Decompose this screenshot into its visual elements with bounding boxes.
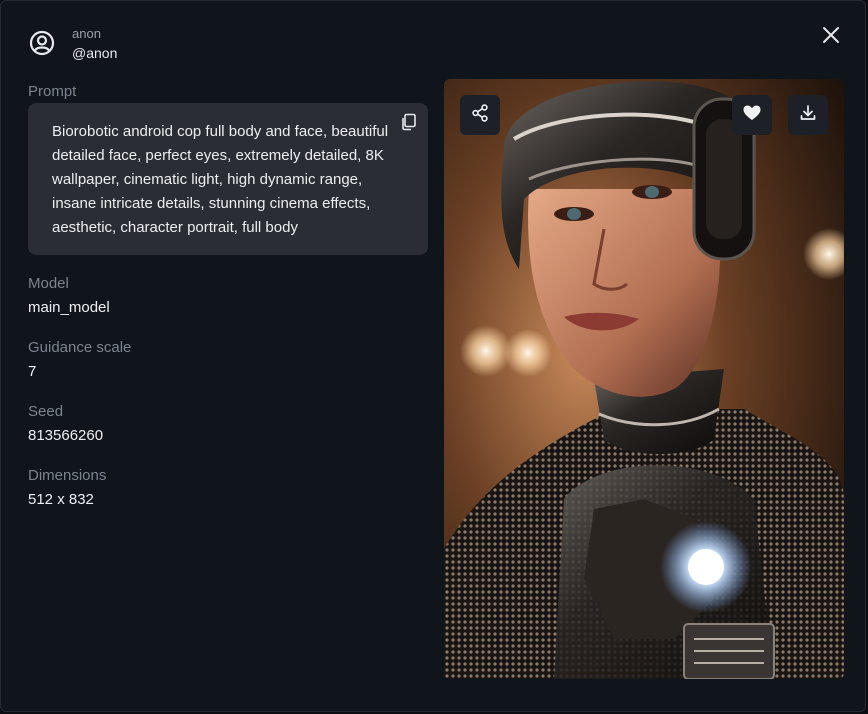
like-button[interactable] <box>732 95 772 135</box>
guidance-scale-value: 7 <box>28 363 37 380</box>
username: anon <box>72 26 101 41</box>
seed-value: 813566260 <box>28 427 104 444</box>
guidance-scale-label: Guidance scale <box>28 339 132 356</box>
model-value: main_model <box>28 299 110 316</box>
download-icon <box>798 103 818 128</box>
dimensions-label: Dimensions <box>28 467 107 484</box>
android-portrait-image <box>444 79 844 679</box>
user-handle[interactable]: @anon <box>72 45 117 61</box>
image-detail-modal: anon @anon Prompt Biorobotic android cop… <box>0 0 866 712</box>
model-label: Model <box>28 275 69 292</box>
copy-icon[interactable] <box>399 112 419 132</box>
prompt-label: Prompt <box>28 83 77 100</box>
generated-image <box>444 79 844 679</box>
dimensions-value: 512 x 832 <box>28 491 94 508</box>
heart-icon <box>742 103 762 128</box>
share-button[interactable] <box>460 95 500 135</box>
user-circle-icon <box>29 30 55 56</box>
seed-label: Seed <box>28 403 64 420</box>
prompt-text: Biorobotic android cop full body and fac… <box>52 123 389 236</box>
prompt-box: Biorobotic android cop full body and fac… <box>28 103 428 255</box>
download-button[interactable] <box>788 95 828 135</box>
share-icon <box>470 103 490 128</box>
close-icon[interactable] <box>819 23 843 47</box>
